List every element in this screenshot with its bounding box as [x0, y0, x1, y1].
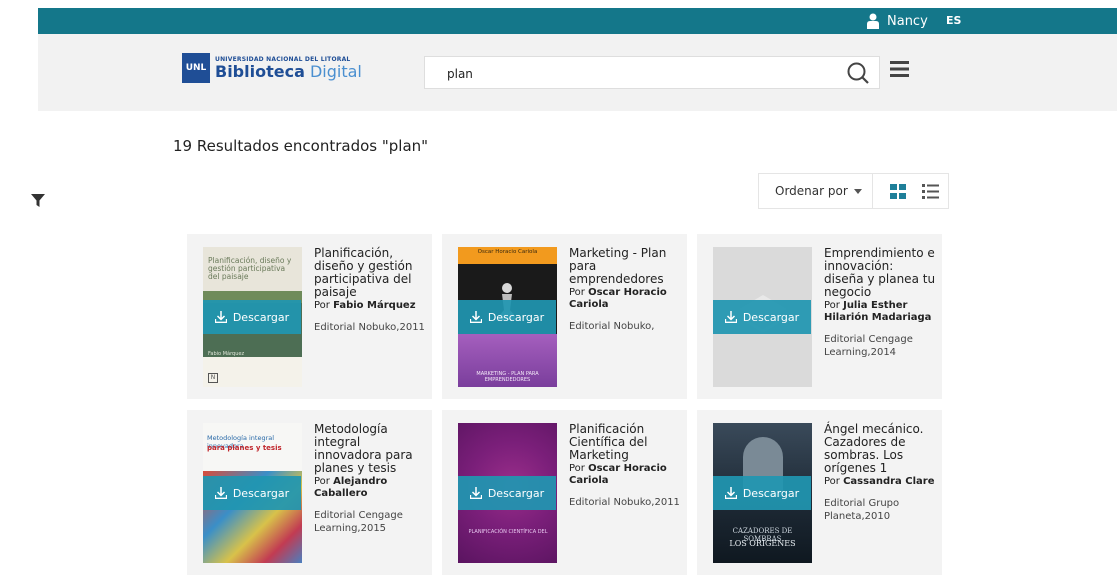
author-prefix: Por — [569, 463, 585, 474]
download-icon — [724, 311, 737, 323]
results-heading: 19 Resultados encontrados "plan" — [173, 137, 429, 155]
cover-title: PLANIFICACIÓN CIENTÍFICA DEL — [468, 529, 548, 535]
download-button[interactable]: Descargar — [203, 300, 301, 334]
cover-subtitle: para planes y tesis — [207, 444, 282, 452]
user-name: Nancy — [887, 13, 928, 29]
cover-title: Planificación, diseño y gestión particip… — [208, 256, 292, 281]
download-label: Descargar — [232, 486, 290, 500]
download-button[interactable]: Descargar — [203, 476, 301, 510]
hamburger-menu-icon[interactable] — [890, 61, 909, 77]
cover-author: Oscar Horacio Cariola — [477, 249, 538, 255]
cover-title: MARKETING - PLAN PARA EMPRENDEDORES — [476, 371, 539, 383]
book-card[interactable]: Oscar Horacio Cariola MARKETING - PLAN P… — [442, 234, 687, 399]
download-icon — [214, 311, 227, 323]
book-publisher: Editorial Nobuko,2011 — [569, 497, 680, 508]
site-logo[interactable]: UNL UNIVERSIDAD NACIONAL DEL LITORAL Bib… — [182, 53, 362, 83]
author-prefix: Por — [569, 287, 585, 298]
book-publisher: Editorial Cengage Learning,2014 — [824, 334, 913, 358]
download-button[interactable]: Descargar — [713, 300, 811, 334]
download-button[interactable]: Descargar — [713, 476, 811, 510]
book-title[interactable]: Emprendimiento e innovación: diseña y pl… — [824, 247, 936, 299]
cover-subtitle: LOS ORÍGENES — [729, 539, 796, 548]
download-button[interactable]: Descargar — [458, 476, 556, 510]
author-prefix: Por — [824, 476, 840, 487]
book-title[interactable]: Metodología integral innovadora para pla… — [314, 423, 426, 475]
grid-view-icon[interactable] — [890, 184, 906, 199]
download-label: Descargar — [742, 486, 800, 500]
search-icon[interactable] — [847, 62, 869, 84]
author-prefix: Por — [314, 476, 330, 487]
book-card[interactable]: Descargar Emprendimiento e innovación: d… — [697, 234, 942, 399]
book-publisher: Editorial Nobuko, — [569, 321, 655, 332]
logo-word-bold: Biblioteca — [215, 61, 305, 81]
language-selector[interactable]: ES — [946, 8, 961, 34]
logo-word-light: Digital — [309, 61, 362, 81]
top-bar: Nancy ES — [38, 8, 1117, 34]
author-prefix: Por — [824, 300, 840, 311]
download-icon — [724, 487, 737, 499]
unl-badge: UNL — [182, 53, 210, 83]
sort-toolbar: Ordenar por — [758, 173, 949, 209]
download-label: Descargar — [232, 310, 290, 324]
book-card[interactable]: Metodología integral innovadora para pla… — [187, 410, 432, 575]
user-icon — [867, 13, 879, 29]
book-title[interactable]: Planificación, diseño y gestión particip… — [314, 247, 426, 299]
list-view-icon[interactable] — [922, 184, 939, 199]
book-card[interactable]: PLANIFICACIÓN CIENTÍFICA DEL Descargar P… — [442, 410, 687, 575]
download-icon — [469, 487, 482, 499]
book-publisher: Editorial Cengage Learning,2015 — [314, 510, 403, 534]
download-label: Descargar — [487, 310, 545, 324]
book-title[interactable]: Marketing - Plan para emprendedores — [569, 247, 681, 286]
sort-dropdown[interactable]: Ordenar por — [775, 174, 848, 208]
download-icon — [214, 487, 227, 499]
download-icon — [469, 311, 482, 323]
search-box — [424, 56, 880, 90]
book-title[interactable]: Planificación Científica del Marketing — [569, 423, 681, 462]
cover-author: Fabio Márquez — [208, 351, 245, 357]
book-card[interactable]: CAZADORES DE SOMBRAS LOS ORÍGENES Descar… — [697, 410, 942, 575]
book-author[interactable]: Fabio Márquez — [333, 300, 415, 311]
download-button[interactable]: Descargar — [458, 300, 556, 334]
book-author[interactable]: Julia Esther Hilarión Madariaga — [824, 300, 931, 323]
header: UNL UNIVERSIDAD NACIONAL DEL LITORAL Bib… — [38, 34, 1117, 111]
publisher-logo-icon: N — [208, 373, 218, 383]
filter-icon[interactable] — [31, 194, 45, 207]
book-publisher: Editorial Grupo Planeta,2010 — [824, 498, 900, 522]
download-label: Descargar — [742, 310, 800, 324]
search-input[interactable] — [445, 57, 829, 90]
book-author[interactable]: Cassandra Clare — [843, 476, 934, 487]
user-menu[interactable]: Nancy — [867, 8, 928, 34]
book-publisher: Editorial Nobuko,2011 — [314, 322, 425, 333]
download-label: Descargar — [487, 486, 545, 500]
divider — [872, 174, 873, 208]
book-card[interactable]: Planificación, diseño y gestión particip… — [187, 234, 432, 399]
book-title[interactable]: Ángel mecánico. Cazadores de sombras. Lo… — [824, 423, 936, 475]
caret-down-icon — [854, 189, 862, 194]
author-prefix: Por — [314, 300, 330, 311]
